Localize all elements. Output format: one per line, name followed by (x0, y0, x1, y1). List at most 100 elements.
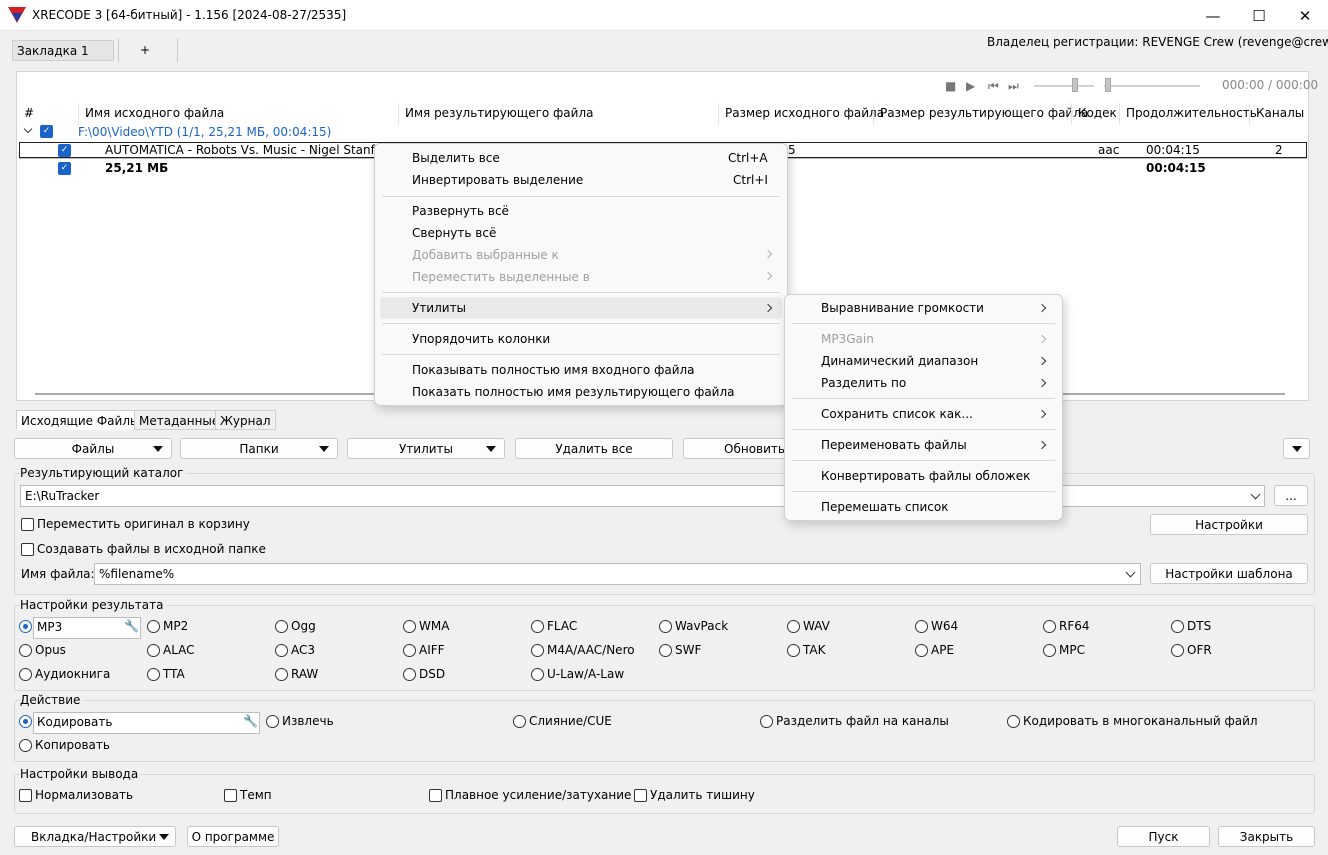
col-header-source-size[interactable]: Размер исходного файла (725, 106, 884, 120)
next-icon[interactable]: ⏭ (1008, 79, 1019, 94)
template-settings-button[interactable]: Настройки шаблона (1150, 563, 1308, 584)
submenu-shuffle-list[interactable]: Перемешать список (821, 500, 948, 514)
utilities-button[interactable]: Утилиты (347, 438, 505, 459)
menu-expand-all[interactable]: Развернуть всё (412, 204, 509, 218)
group-folder-label[interactable]: F:\00\Video\YTD (1/1, 25,21 МБ, 00:04:15… (78, 125, 331, 139)
col-separator[interactable] (1249, 103, 1250, 125)
col-header-result-name[interactable]: Имя результирующего файла (405, 106, 593, 120)
about-button[interactable]: О программе (187, 826, 279, 847)
tab-source-files[interactable]: Исходящие Файлы (16, 410, 145, 430)
submenu-mp3gain[interactable]: MP3Gain (821, 332, 874, 346)
radio-format-wma[interactable] (403, 620, 416, 633)
submenu-rename-files[interactable]: Переименовать файлы (821, 438, 967, 452)
more-button[interactable] (1283, 438, 1310, 459)
radio-merge-cue[interactable] (513, 715, 526, 728)
col-separator[interactable] (873, 103, 874, 125)
radio-format-swf[interactable] (659, 644, 672, 657)
browse-button[interactable]: ... (1274, 485, 1308, 506)
col-separator[interactable] (1071, 103, 1072, 125)
col-separator[interactable] (718, 103, 719, 125)
col-header-channels[interactable]: Каналы (1256, 106, 1304, 120)
stop-icon[interactable]: ■ (945, 79, 956, 93)
output-dir-input[interactable]: E:\RuTracker (20, 485, 1265, 507)
radio-format-flac[interactable] (531, 620, 544, 633)
total-checkbox[interactable]: ✓ (58, 162, 71, 175)
previous-icon[interactable]: ⏮ (988, 79, 999, 94)
col-separator[interactable] (78, 103, 79, 125)
radio-format-dts[interactable] (1171, 620, 1184, 633)
menu-invert-selection[interactable]: Инвертировать выделение (412, 173, 583, 187)
tab-bookmark-1[interactable]: Закладка 1 (12, 40, 114, 61)
menu-show-input-name[interactable]: Показывать полностью имя входного файла (412, 363, 695, 377)
start-button[interactable]: Пуск (1117, 826, 1210, 847)
menu-show-output-name[interactable]: Показать полностью имя результирующего ф… (412, 385, 735, 399)
radio-format-u-law-a-law[interactable] (531, 668, 544, 681)
radio-copy[interactable] (19, 739, 32, 752)
radio-multichannel[interactable] (1007, 715, 1020, 728)
col-header-duration[interactable]: Продолжительность (1126, 106, 1257, 120)
submenu-convert-covers[interactable]: Конвертировать файлы обложек (821, 469, 1030, 483)
radio-format-mp3[interactable] (19, 620, 32, 633)
col-header-codec[interactable]: Кодек (1078, 106, 1117, 120)
refresh-button[interactable]: Обновить (683, 438, 793, 459)
menu-select-all[interactable]: Выделить все (412, 151, 500, 165)
play-icon[interactable]: ▶ (966, 79, 975, 93)
radio-format-tta[interactable] (147, 668, 160, 681)
tab-metadata[interactable]: Метаданные (134, 410, 225, 430)
radio-split-channels[interactable] (760, 715, 773, 728)
radio-format-raw[interactable] (275, 668, 288, 681)
radio-format-rf64[interactable] (1043, 620, 1056, 633)
radio-format-tak[interactable] (787, 644, 800, 657)
submenu-save-list[interactable]: Сохранить список как... (821, 407, 973, 421)
volume-slider[interactable] (1072, 78, 1078, 92)
submenu-dynamic-range[interactable]: Динамический диапазон (821, 354, 978, 368)
radio-format-ac3[interactable] (275, 644, 288, 657)
radio-encode[interactable] (19, 715, 32, 728)
menu-move-selected[interactable]: Переместить выделенные в (412, 270, 590, 284)
wrench-icon[interactable]: 🔧 (124, 619, 139, 633)
group-checkbox[interactable]: ✓ (40, 125, 53, 138)
files-button[interactable]: Файлы (14, 438, 172, 459)
submenu-loudness[interactable]: Выравнивание громкости (821, 301, 984, 315)
minimize-button[interactable]: — (1190, 0, 1236, 31)
filename-input[interactable]: %filename% (94, 563, 1141, 585)
move-original-checkbox[interactable] (21, 518, 34, 531)
tempo-checkbox[interactable] (224, 789, 237, 802)
radio-format-w64[interactable] (915, 620, 928, 633)
file-checkbox[interactable]: ✓ (58, 144, 71, 157)
seek-slider[interactable] (1105, 78, 1111, 92)
settings-button[interactable]: Настройки (1150, 514, 1308, 535)
wrench-icon[interactable]: 🔧 (243, 714, 258, 728)
radio-format-m4a-aac-nero[interactable] (531, 644, 544, 657)
encode-field[interactable]: Кодировать (33, 712, 260, 734)
menu-collapse-all[interactable]: Свернуть всё (412, 226, 496, 240)
radio-extract[interactable] (266, 715, 279, 728)
close-window-button[interactable]: ✕ (1282, 0, 1328, 31)
fade-checkbox[interactable] (429, 789, 442, 802)
col-separator[interactable] (398, 103, 399, 125)
col-separator[interactable] (1119, 103, 1120, 125)
radio-format-opus[interactable] (19, 644, 32, 657)
menu-utilities[interactable]: Утилиты (412, 301, 466, 315)
radio-format-aiff[interactable] (403, 644, 416, 657)
submenu-split-by[interactable]: Разделить по (821, 376, 906, 390)
add-tab-button[interactable]: + (140, 43, 150, 57)
remove-silence-checkbox[interactable] (634, 789, 647, 802)
radio-format-ogg[interactable] (275, 620, 288, 633)
radio-format-dsd[interactable] (403, 668, 416, 681)
folders-button[interactable]: Папки (180, 438, 338, 459)
remove-all-button[interactable]: Удалить все (515, 438, 673, 459)
close-button[interactable]: Закрыть (1218, 826, 1315, 847)
maximize-button[interactable]: ☐ (1236, 0, 1282, 31)
normalize-checkbox[interactable] (19, 789, 32, 802)
create-in-source-checkbox[interactable] (21, 543, 34, 556)
radio-format-alac[interactable] (147, 644, 160, 657)
radio-format-wavpack[interactable] (659, 620, 672, 633)
col-header-index[interactable]: # (24, 106, 34, 120)
menu-arrange-columns[interactable]: Упорядочить колонки (412, 332, 550, 346)
radio-format-mpc[interactable] (1043, 644, 1056, 657)
col-header-result-size[interactable]: Размер результирующего файла (880, 106, 1088, 120)
radio-format-mp2[interactable] (147, 620, 160, 633)
tab-settings-button[interactable]: Вкладка/Настройки (14, 826, 176, 847)
radio-format-ape[interactable] (915, 644, 928, 657)
